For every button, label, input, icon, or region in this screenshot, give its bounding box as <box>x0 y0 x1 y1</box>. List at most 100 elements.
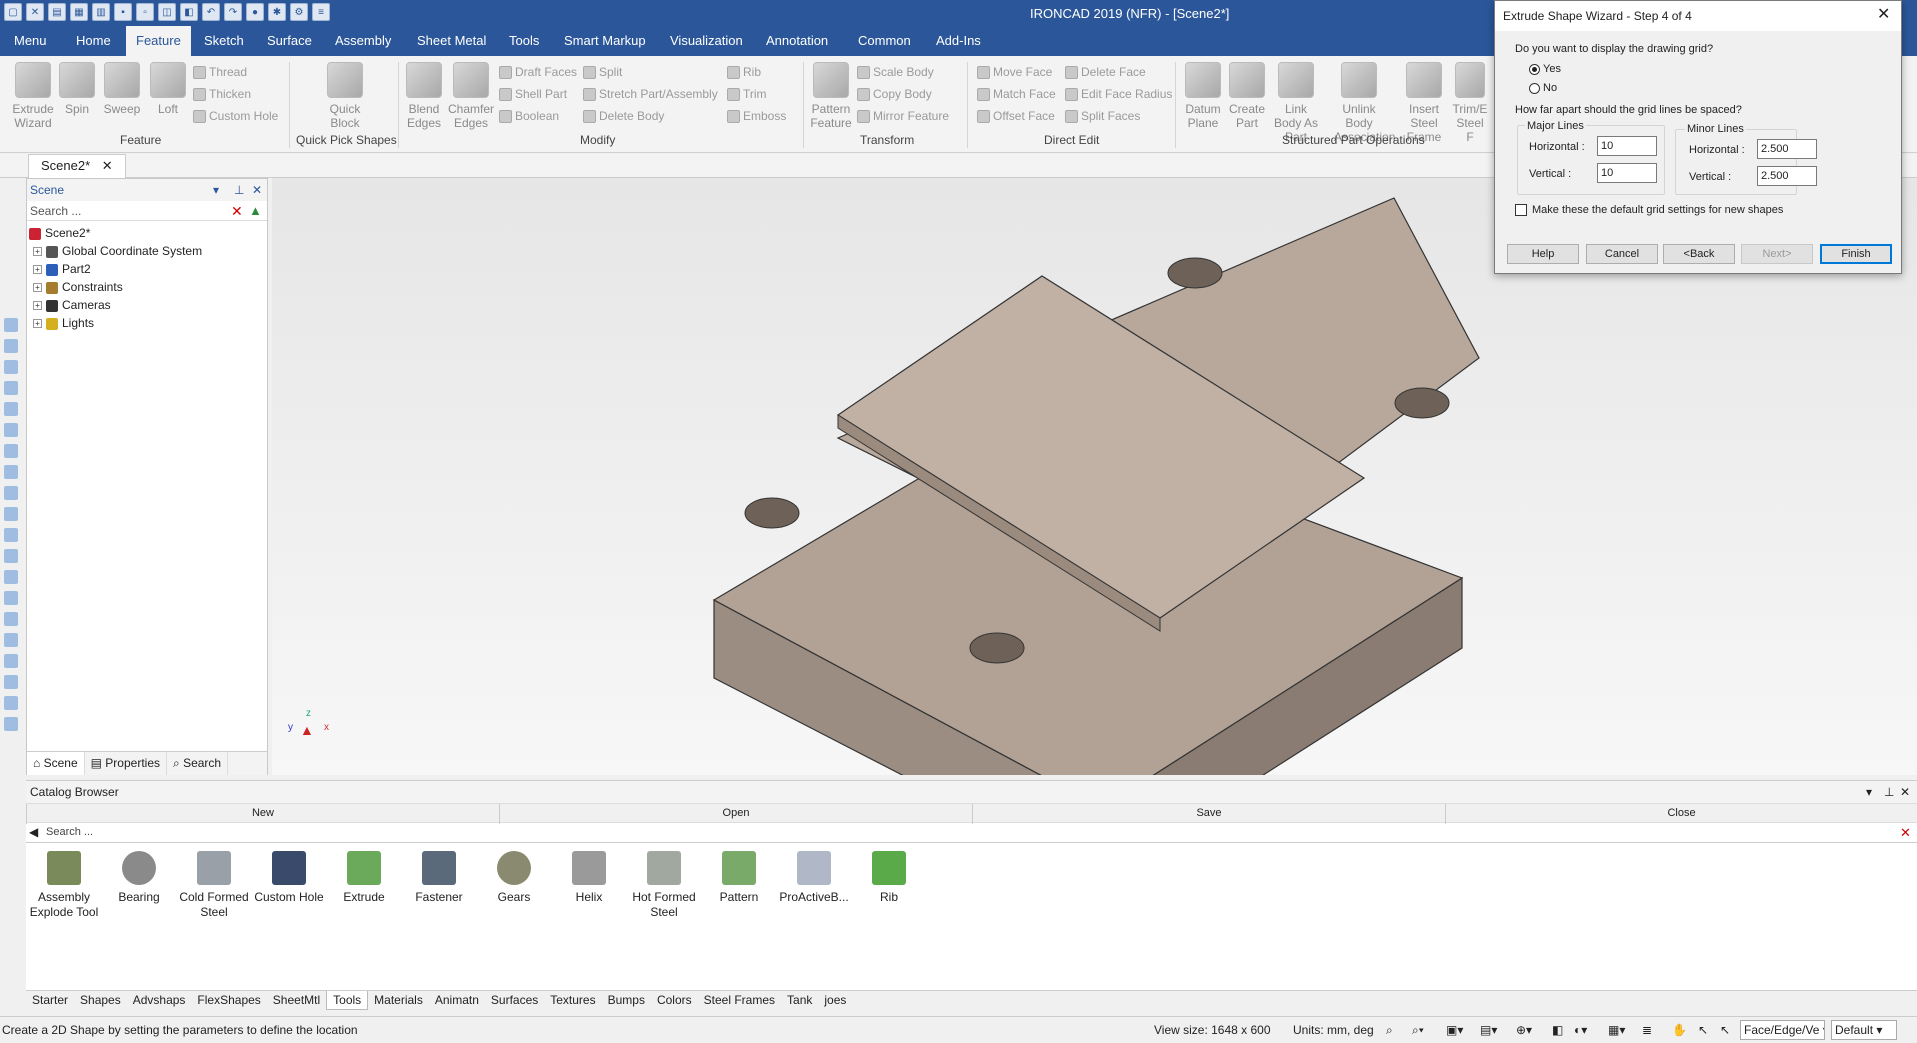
snap-icon[interactable]: ⊕▾ <box>1516 1023 1532 1037</box>
default-grid-checkbox[interactable]: Make these the default grid settings for… <box>1515 204 1783 217</box>
finish-button[interactable]: Finish <box>1820 244 1892 264</box>
tree-item-part2[interactable]: + Part2 <box>33 260 91 278</box>
catalog-tab-starter[interactable]: Starter <box>26 991 74 1010</box>
catalog-tab-surfaces[interactable]: Surfaces <box>485 991 544 1010</box>
move-face-button[interactable]: Move Face <box>977 62 1052 82</box>
layers-icon[interactable]: ≣ <box>1642 1023 1652 1037</box>
offset-face-button[interactable]: Offset Face <box>977 106 1055 126</box>
tab-sheet-metal[interactable]: Sheet Metal <box>407 26 496 56</box>
import-icon[interactable]: ▥ <box>92 3 110 21</box>
pin-icon[interactable]: ⊥ <box>1884 781 1894 803</box>
stretch-button[interactable]: Stretch Part/Assembly <box>583 84 718 104</box>
catalog-item[interactable]: ProActiveB... <box>778 851 850 905</box>
mirror-feature-button[interactable]: Mirror Feature <box>857 106 949 126</box>
view-tool-icon[interactable] <box>4 486 18 500</box>
catalog-tab-sheetmtl[interactable]: SheetMtl <box>267 991 326 1010</box>
clear-search-icon[interactable]: ✕ <box>231 203 243 220</box>
tab-search[interactable]: ⌕ Search <box>167 752 229 775</box>
tab-surface[interactable]: Surface <box>257 26 322 56</box>
minor-vertical-input[interactable]: 2.500 <box>1757 166 1817 186</box>
edit-face-radius-button[interactable]: Edit Face Radius <box>1065 84 1172 104</box>
tab-feature[interactable]: Feature <box>126 26 191 56</box>
pattern-feature-button[interactable]: Pattern Feature <box>806 62 856 130</box>
close-icon[interactable]: ✕ <box>1900 781 1910 803</box>
thread-button[interactable]: Thread <box>193 62 247 82</box>
link-body-button[interactable]: Link Body As Part <box>1271 62 1321 144</box>
chevron-down-icon[interactable]: ▾ <box>1866 781 1872 803</box>
expand-icon[interactable]: + <box>33 265 42 275</box>
view-tool-icon[interactable] <box>4 570 18 584</box>
split-faces-button[interactable]: Split Faces <box>1065 106 1140 126</box>
tab-scene[interactable]: ⌂ Scene <box>27 752 85 775</box>
pin-icon[interactable]: ⊥ <box>234 179 244 201</box>
view-tool-icon[interactable] <box>4 444 18 458</box>
radio-yes[interactable]: Yes <box>1529 63 1561 75</box>
open-icon[interactable]: ▤ <box>48 3 66 21</box>
view-tool-icon[interactable] <box>4 675 18 689</box>
view-tool-icon[interactable] <box>4 318 18 332</box>
trim-steel-button[interactable]: Trim/E Steel F <box>1452 62 1488 144</box>
match-face-button[interactable]: Match Face <box>977 84 1056 104</box>
major-vertical-input[interactable]: 10 <box>1597 163 1657 183</box>
save-as-icon[interactable]: ▫ <box>136 3 154 21</box>
tab-assembly[interactable]: Assembly <box>325 26 401 56</box>
catalog-tab-animatn[interactable]: Animatn <box>429 991 485 1010</box>
catalog-save-button[interactable]: Save <box>972 804 1445 824</box>
render-icon[interactable]: ● <box>246 3 264 21</box>
catalog-tab-textures[interactable]: Textures <box>544 991 601 1010</box>
major-horizontal-input[interactable]: 10 <box>1597 136 1657 156</box>
expand-icon[interactable]: + <box>33 283 42 293</box>
tab-tools[interactable]: Tools <box>499 26 549 56</box>
help-button[interactable]: Help <box>1507 244 1579 264</box>
tab-home[interactable]: Home <box>66 26 121 56</box>
tab-add-ins[interactable]: Add-Ins <box>926 26 991 56</box>
catalog-tab-materials[interactable]: Materials <box>368 991 429 1010</box>
view-tool-icon[interactable] <box>4 423 18 437</box>
view-tool-icon[interactable] <box>4 339 18 353</box>
cancel-button[interactable]: Cancel <box>1586 244 1658 264</box>
catalog-tab-joes[interactable]: joes <box>818 991 852 1010</box>
shading-icon[interactable]: ◐▾ <box>1574 1023 1587 1037</box>
copy-body-button[interactable]: Copy Body <box>857 84 932 104</box>
datum-plane-button[interactable]: Datum Plane <box>1178 62 1228 130</box>
tab-annotation[interactable]: Annotation <box>756 26 838 56</box>
view-tool-icon[interactable] <box>4 717 18 731</box>
back-button[interactable]: <Back <box>1663 244 1735 264</box>
custom-hole-button[interactable]: Custom Hole <box>193 106 278 126</box>
scale-body-button[interactable]: Scale Body <box>857 62 934 82</box>
view-tool-icon[interactable] <box>4 696 18 710</box>
pointer-icon[interactable]: ↖ <box>1720 1023 1730 1037</box>
split-button[interactable]: Split <box>583 62 622 82</box>
view-tool-icon[interactable] <box>4 591 18 605</box>
tree-item-global-coordinate-system[interactable]: + Global Coordinate System <box>33 242 202 260</box>
view-tool-icon[interactable] <box>4 633 18 647</box>
section-icon[interactable]: ▦▾ <box>1608 1023 1625 1037</box>
catalog-item[interactable]: Extrude <box>328 851 400 905</box>
view-tool-icon[interactable] <box>4 549 18 563</box>
chevron-down-icon[interactable]: ▾ <box>213 179 219 201</box>
unlink-body-button[interactable]: Unlink Body Association <box>1334 62 1395 144</box>
catalog-tab-colors[interactable]: Colors <box>651 991 698 1010</box>
view-tool-icon[interactable] <box>4 528 18 542</box>
catalog-item[interactable]: Cold Formed Steel <box>178 851 250 920</box>
print-icon[interactable]: ◧ <box>180 3 198 21</box>
catalog-tab-flexshapes[interactable]: FlexShapes <box>191 991 266 1010</box>
view-tool-icon[interactable] <box>4 612 18 626</box>
undo-icon[interactable]: ↶ <box>202 3 220 21</box>
draft-faces-button[interactable]: Draft Faces <box>499 62 577 82</box>
close-icon[interactable]: ✕ <box>252 179 262 201</box>
catalog-open-button[interactable]: Open <box>499 804 972 824</box>
catalog-item[interactable]: Assembly Explode Tool <box>28 851 100 920</box>
chamfer-edges-button[interactable]: Chamfer Edges <box>446 62 496 130</box>
catalog-item[interactable]: Helix <box>553 851 625 905</box>
close-tab-icon[interactable]: ✕ <box>102 158 113 173</box>
tree-item-constraints[interactable]: + Constraints <box>33 278 123 296</box>
catalog-tab-tools[interactable]: Tools <box>326 991 369 1010</box>
quick-block-button[interactable]: Quick Block <box>320 62 370 130</box>
display-mode-icon[interactable]: ▤▾ <box>1480 1023 1497 1037</box>
blend-edges-button[interactable]: Blend Edges <box>399 62 449 130</box>
view-tool-icon[interactable] <box>4 360 18 374</box>
catalog-item[interactable]: Hot Formed Steel <box>628 851 700 920</box>
rib-button[interactable]: Rib <box>727 62 761 82</box>
boolean-button[interactable]: Boolean <box>499 106 559 126</box>
